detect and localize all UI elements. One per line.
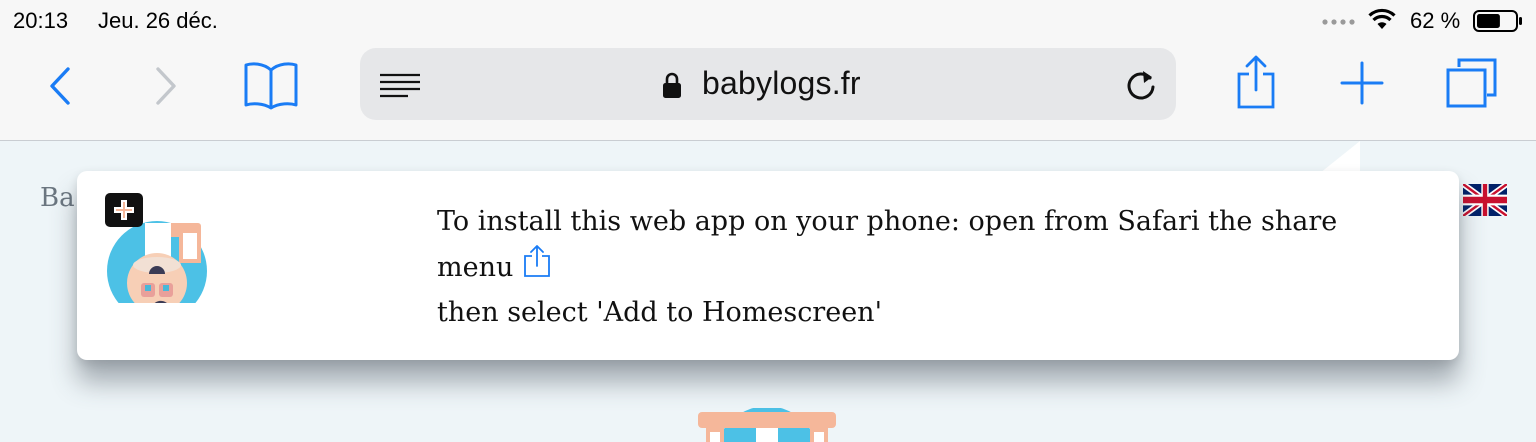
browser-toolbar: babylogs.fr xyxy=(0,40,1536,141)
page-title: Ba xyxy=(40,183,75,213)
reload-icon[interactable] xyxy=(1124,68,1158,102)
back-icon[interactable] xyxy=(46,66,74,106)
status-date: Jeu. 26 déc. xyxy=(98,8,218,33)
share-icon[interactable] xyxy=(1235,54,1277,110)
install-app-popup[interactable]: To install this web app on your phone: o… xyxy=(77,171,1459,360)
battery-percent: 62 % xyxy=(1410,8,1461,33)
forward-icon[interactable] xyxy=(152,66,180,106)
multitasking-dots-icon xyxy=(1322,19,1355,25)
uk-flag-icon[interactable] xyxy=(1463,184,1507,216)
share-icon xyxy=(524,245,551,277)
babylogs-app-icon xyxy=(105,193,207,303)
wifi-icon xyxy=(1368,8,1396,29)
install-instruction-line-2: then select 'Add to Homescreen' xyxy=(437,297,882,328)
url-text: babylogs.fr xyxy=(702,65,861,101)
reader-icon[interactable] xyxy=(380,73,422,99)
tabs-icon[interactable] xyxy=(1445,57,1499,109)
lock-icon xyxy=(663,72,681,98)
popup-pointer xyxy=(1320,141,1360,173)
install-instructions: To install this web app on your phone: o… xyxy=(437,199,1417,335)
bookmarks-icon[interactable] xyxy=(242,60,300,110)
battery-icon xyxy=(1473,10,1522,32)
address-bar[interactable]: babylogs.fr xyxy=(360,48,1176,120)
new-tab-icon[interactable] xyxy=(1340,61,1384,105)
baby-logo-icon xyxy=(698,408,836,442)
status-time: 20:13 xyxy=(13,8,69,33)
status-bar: 20:13 Jeu. 26 déc. 62 % xyxy=(0,0,1536,40)
install-instruction-line-1: To install this web app on your phone: o… xyxy=(437,206,1338,283)
